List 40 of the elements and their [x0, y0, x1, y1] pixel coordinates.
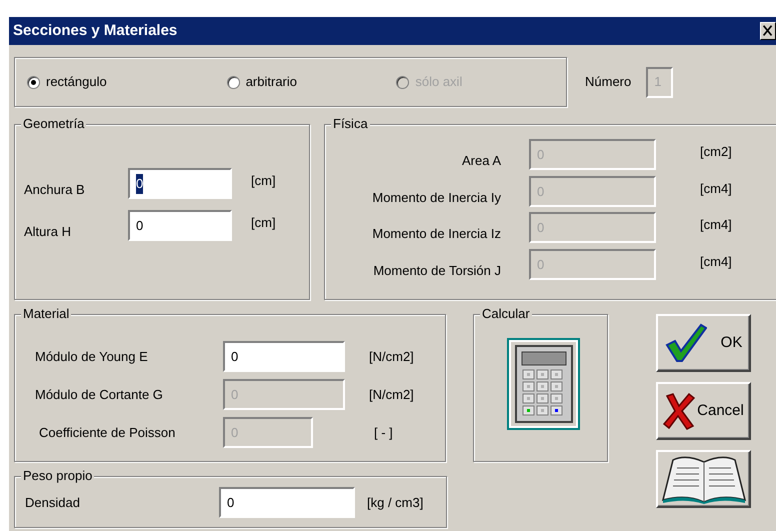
radio-label[interactable]: arbitrario: [246, 72, 297, 92]
unit-label: [cm]: [251, 214, 276, 232]
field-label: Momento de Inercia Iz: [371, 225, 501, 243]
radio-button[interactable]: [27, 76, 40, 88]
unit-label: [cm4]: [700, 180, 732, 198]
input-field[interactable]: 0: [223, 341, 345, 372]
book-icon: [660, 454, 746, 504]
field-label: Número: [585, 73, 632, 92]
window-title: Secciones y Materiales: [13, 20, 178, 41]
group-title: Peso propio: [21, 468, 94, 484]
calculate-button[interactable]: [507, 338, 580, 430]
cancel-button[interactable]: Cancel: [656, 382, 751, 440]
ok-button[interactable]: OK: [656, 314, 751, 372]
close-icon[interactable]: [760, 22, 776, 40]
field-label: Momento de Inercia Iy: [371, 188, 501, 207]
radio-label[interactable]: rectángulo: [46, 72, 107, 92]
checkmark-icon: [664, 323, 707, 363]
radio-button[interactable]: [226, 76, 240, 88]
input-field[interactable]: 0: [128, 168, 232, 200]
field-label: Momento de Torsión J: [372, 262, 501, 280]
input-field[interactable]: 0: [128, 210, 232, 241]
calculator-icon: [514, 344, 574, 424]
unit-label: [cm2]: [700, 143, 732, 161]
unit-label: [N/cm2]: [369, 386, 414, 404]
unit-label: [kg / cm3]: [367, 494, 424, 512]
unit-label: [cm4]: [700, 252, 732, 271]
unit-label: [cm]: [251, 172, 276, 190]
field-label: Altura H: [24, 222, 72, 240]
cross-icon: [663, 392, 696, 430]
field-label: Coefficiente de Poisson: [38, 424, 176, 442]
input-field[interactable]: 0: [219, 487, 355, 518]
field-label: Densidad: [24, 494, 81, 512]
help-button[interactable]: [656, 450, 751, 508]
unit-label: [cm4]: [700, 216, 732, 234]
field-label: Area A: [460, 152, 501, 170]
unit-label: [ - ]: [374, 424, 393, 442]
unit-label: [N/cm2]: [369, 348, 414, 366]
field-label: Módulo de Cortante G: [34, 386, 164, 404]
field-label: Anchura B: [24, 181, 86, 199]
field-label: Módulo de Young E: [34, 348, 149, 366]
